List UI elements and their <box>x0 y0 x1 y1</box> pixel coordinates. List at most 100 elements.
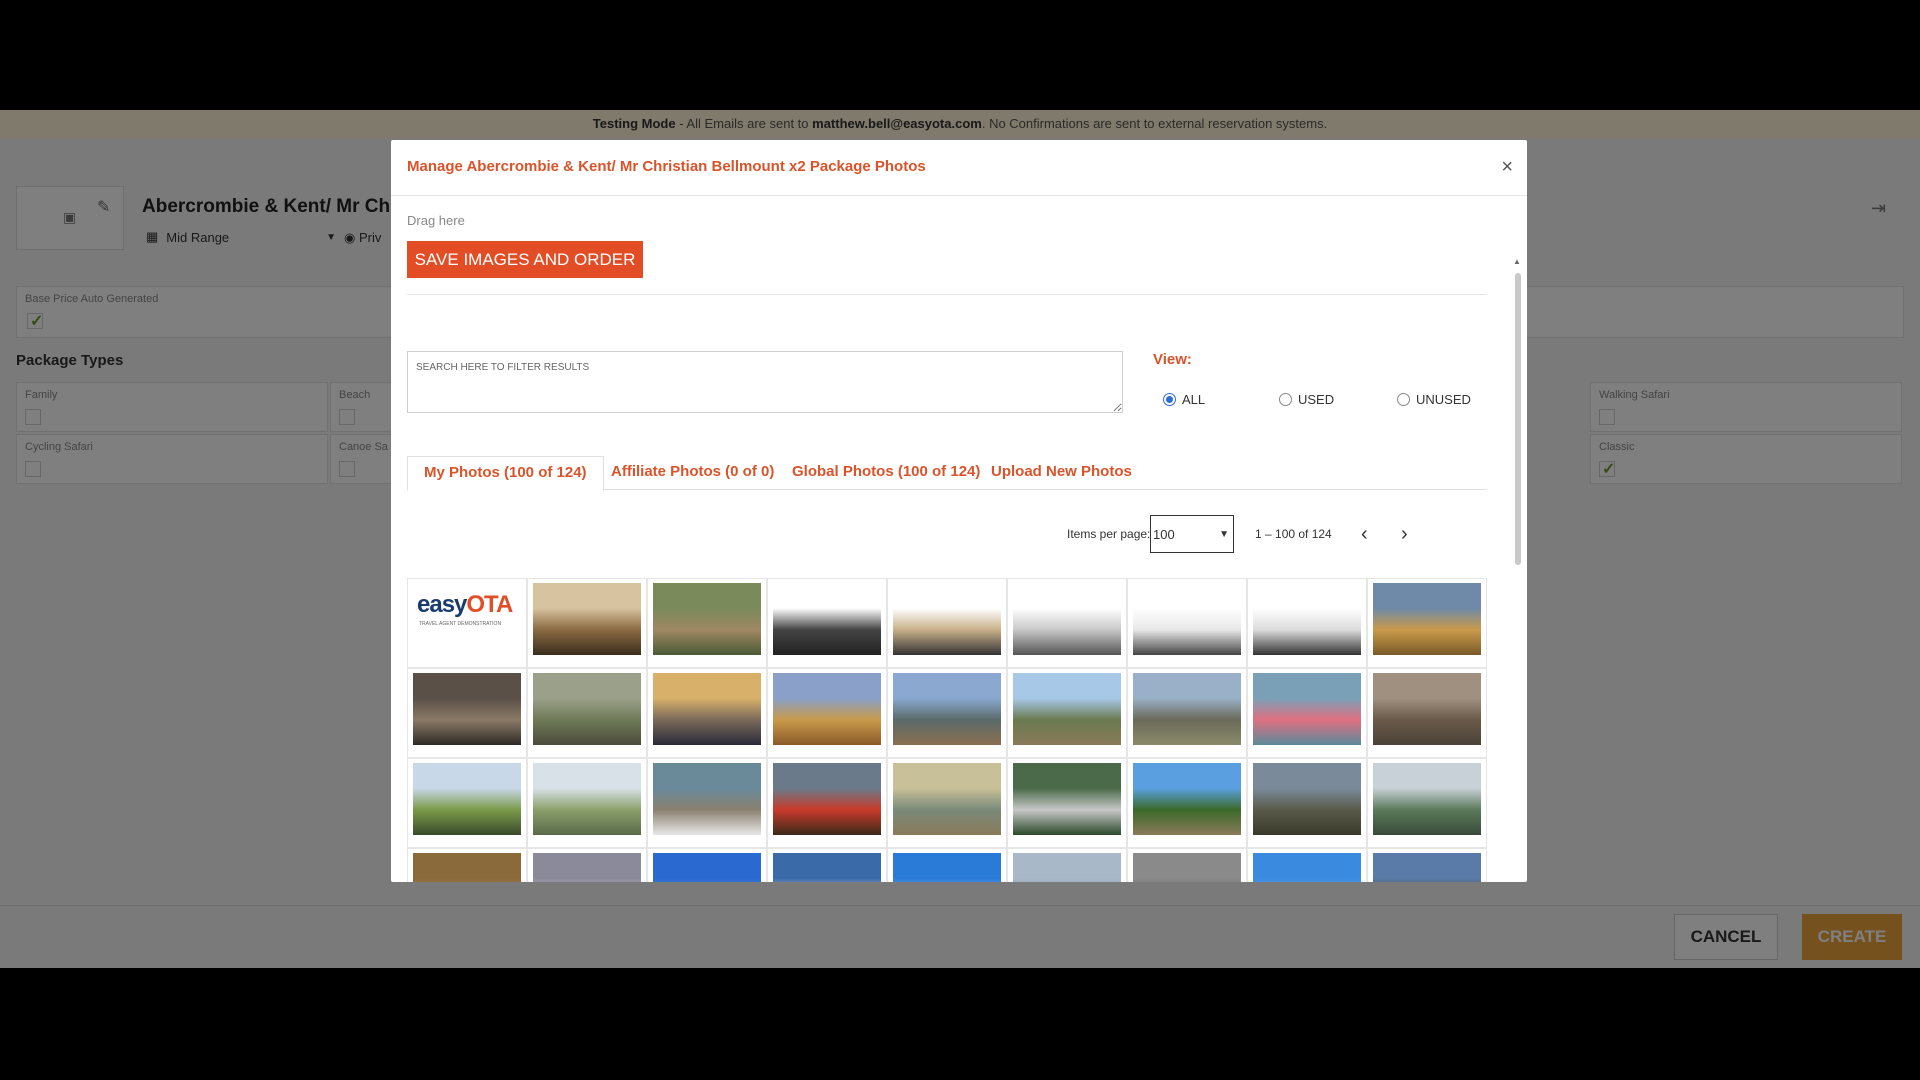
photo-tile[interactable] <box>1247 848 1367 882</box>
items-per-page-value: 100 <box>1153 526 1175 542</box>
tab-upload-new-photos[interactable]: Upload New Photos <box>975 456 1148 490</box>
page-range-label: 1 – 100 of 124 <box>1255 527 1332 541</box>
logo-subtitle: TRAVEL AGENT DEMONSTRATION <box>419 621 502 627</box>
photo-tile[interactable] <box>1247 668 1367 758</box>
photo-tile[interactable] <box>887 758 1007 848</box>
photo-tile[interactable] <box>1127 848 1247 882</box>
photo-tile[interactable] <box>1367 758 1487 848</box>
hotel-aerial-photo <box>1013 763 1121 835</box>
waterhole-animals-photo <box>893 763 1001 835</box>
photo-tile[interactable] <box>527 668 647 758</box>
photo-tile[interactable] <box>647 578 767 668</box>
photo-tile[interactable] <box>1007 848 1127 882</box>
photo-tile[interactable] <box>407 668 527 758</box>
close-icon[interactable]: × <box>1501 156 1513 179</box>
items-per-page-label: Items per page: <box>1067 527 1151 541</box>
radio-icon <box>1279 393 1292 406</box>
white-minibus-photo <box>1133 583 1241 655</box>
photo-tile[interactable] <box>1247 578 1367 668</box>
tab-global-photos[interactable]: Global Photos (100 of 124) <box>776 456 996 490</box>
photo-grid: easyOTA TRAVEL AGENT DEMONSTRATION <box>407 578 1487 882</box>
photo-tile[interactable] <box>767 848 887 882</box>
logo-main: easy <box>417 591 467 618</box>
photo-tile[interactable] <box>1247 758 1367 848</box>
jeep-dust-photo <box>413 673 521 745</box>
chevron-left-icon[interactable]: ‹ <box>1361 523 1368 546</box>
photo-tile[interactable] <box>1007 578 1127 668</box>
photo-tile[interactable] <box>1127 758 1247 848</box>
view-all-radio[interactable]: ALL <box>1163 392 1205 407</box>
radio-label: USED <box>1298 392 1335 407</box>
photo-tile[interactable] <box>887 668 1007 758</box>
blue-sky-trees-photo <box>653 853 761 882</box>
photo-tile[interactable] <box>407 848 527 882</box>
elephant-acacia-photo <box>1133 763 1241 835</box>
caret-down-icon: ▼ <box>1219 529 1229 540</box>
modal-header: Manage Abercrombie & Kent/ Mr Christian … <box>391 140 1527 196</box>
screen: Testing Mode - All Emails are sent to ma… <box>0 0 1920 1080</box>
logo-accent: OTA <box>466 591 513 618</box>
photo-tile[interactable] <box>767 578 887 668</box>
modal-body: Drag here SAVE IMAGES AND ORDER View: AL… <box>391 197 1527 882</box>
modal-scrollbar[interactable]: ▲ ▼ <box>1513 257 1523 882</box>
photo-tile[interactable] <box>887 848 1007 882</box>
scroll-up-icon[interactable]: ▲ <box>1513 257 1521 266</box>
photo-tile[interactable]: easyOTA TRAVEL AGENT DEMONSTRATION <box>407 578 527 668</box>
photo-tabs: My Photos (100 of 124) Affiliate Photos … <box>407 456 1487 491</box>
photo-tile[interactable] <box>527 848 647 882</box>
zebras-plains-photo <box>773 673 881 745</box>
photo-tile[interactable] <box>527 758 647 848</box>
city-skyline-photo <box>653 673 761 745</box>
photo-tile[interactable] <box>1367 668 1487 758</box>
forest-sky-photo <box>1373 853 1481 882</box>
photo-tile[interactable] <box>767 758 887 848</box>
leopard-tree-photo <box>1013 673 1121 745</box>
safari-jeep-photo <box>773 583 881 655</box>
jeep-zebras-photo <box>533 673 641 745</box>
photo-tile[interactable] <box>1127 578 1247 668</box>
chevron-right-icon[interactable]: › <box>1401 523 1408 546</box>
items-per-page-select[interactable]: 100 ▼ <box>1150 515 1234 553</box>
photo-tile[interactable] <box>647 668 767 758</box>
radio-label: UNUSED <box>1416 392 1471 407</box>
drag-drop-zone[interactable]: Drag here <box>407 213 465 228</box>
lodge-interior-photo <box>533 583 641 655</box>
flamingos-photo <box>1253 673 1361 745</box>
modal-title: Manage Abercrombie & Kent/ Mr Christian … <box>407 158 926 175</box>
photo-tile[interactable] <box>1007 668 1127 758</box>
view-filter-label: View: <box>1153 351 1192 368</box>
safari-landcruiser-photo <box>893 583 1001 655</box>
photo-tile[interactable] <box>1007 758 1127 848</box>
save-images-button[interactable]: SAVE IMAGES AND ORDER <box>407 241 643 278</box>
tab-my-photos[interactable]: My Photos (100 of 124) <box>407 456 604 491</box>
photo-tile[interactable] <box>887 578 1007 668</box>
ocean-sky-photo <box>893 853 1001 882</box>
easyota-logo-photo: easyOTA TRAVEL AGENT DEMONSTRATION <box>413 583 521 655</box>
view-used-radio[interactable]: USED <box>1279 392 1334 407</box>
photo-tile[interactable] <box>767 668 887 758</box>
divider <box>407 294 1487 295</box>
elephants-baobab-photo <box>1373 673 1481 745</box>
photo-tile[interactable] <box>407 758 527 848</box>
photo-tile[interactable] <box>647 758 767 848</box>
photo-tile[interactable] <box>1127 668 1247 758</box>
savanna-sunset-photo <box>1373 583 1481 655</box>
logo-wordmark: easyOTA <box>417 591 513 619</box>
radio-icon <box>1397 393 1410 406</box>
search-input[interactable] <box>407 351 1123 413</box>
misty-hills-photo <box>533 853 641 882</box>
photo-tile[interactable] <box>1367 578 1487 668</box>
blue-horizon-photo <box>1253 853 1361 882</box>
photo-tile[interactable] <box>647 848 767 882</box>
baobab-road-photo <box>1253 763 1361 835</box>
white-bus-photo <box>1253 583 1361 655</box>
view-unused-radio[interactable]: UNUSED <box>1397 392 1471 407</box>
snow-mountain-photo <box>773 853 881 882</box>
crater-view-photo <box>893 673 1001 745</box>
tab-affiliate-photos[interactable]: Affiliate Photos (0 of 0) <box>595 456 790 490</box>
wildebeest-photo <box>1133 673 1241 745</box>
scroll-thumb[interactable] <box>1515 273 1521 565</box>
photo-tile[interactable] <box>527 578 647 668</box>
acacia-tree-photo <box>533 763 641 835</box>
photo-tile[interactable] <box>1367 848 1487 882</box>
